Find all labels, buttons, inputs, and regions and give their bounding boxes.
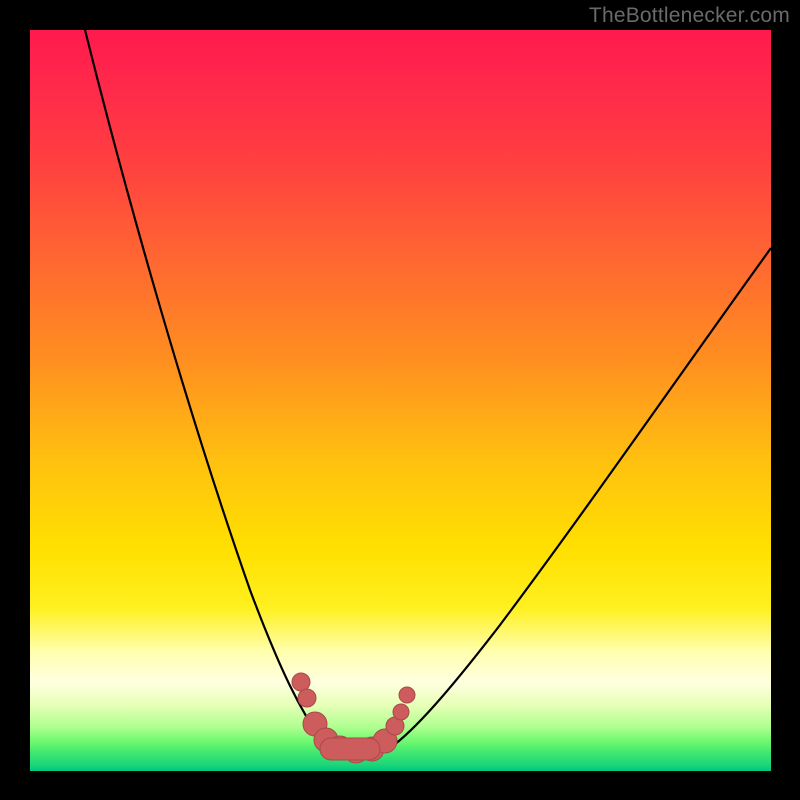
marker-band bbox=[292, 673, 415, 763]
chart-frame bbox=[30, 30, 771, 771]
chart-svg bbox=[30, 30, 771, 771]
left-curve bbox=[85, 30, 325, 746]
right-curve bbox=[390, 248, 771, 748]
watermark-text: TheBottlenecker.com bbox=[589, 4, 790, 28]
